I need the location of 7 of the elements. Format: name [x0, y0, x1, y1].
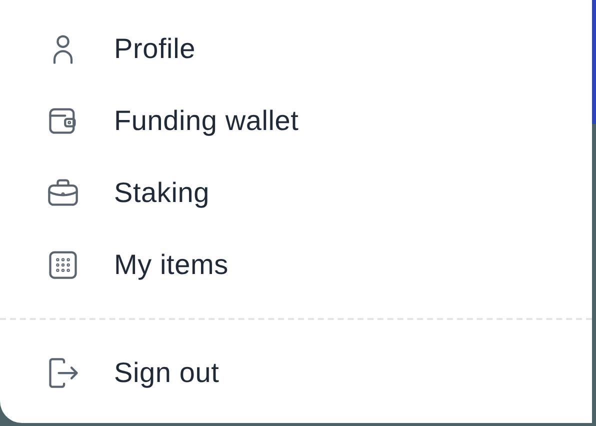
menu-item[interactable]: Profile — [0, 13, 592, 85]
menu-item[interactable]: My items — [0, 229, 592, 301]
menu-item[interactable]: Funding wallet — [0, 85, 592, 157]
sign-out-icon — [46, 356, 80, 390]
grid-icon — [46, 248, 80, 282]
menu-item[interactable]: Sign out — [0, 337, 592, 409]
menu-item[interactable]: Staking — [0, 157, 592, 229]
